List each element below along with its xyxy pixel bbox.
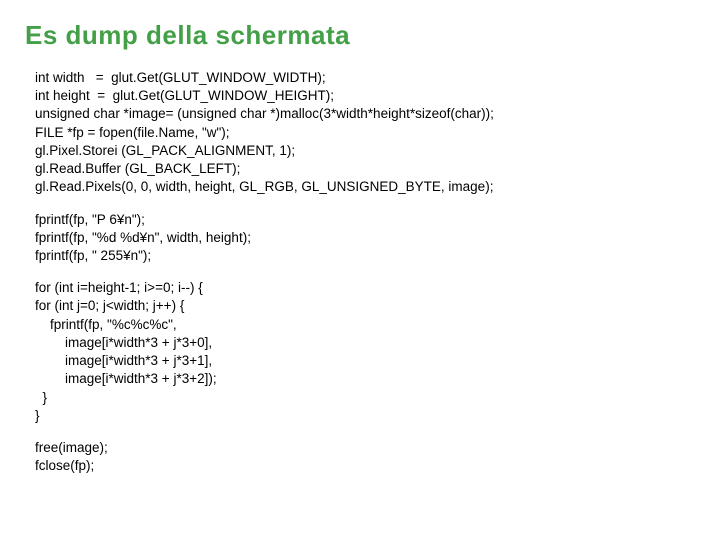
code-block-2: fprintf(fp, "P 6¥n"); fprintf(fp, "%d %d… [35,211,695,266]
code-block-3: for (int i=height-1; i>=0; i--) { for (i… [35,279,695,425]
slide-title: Es dump della schermata [25,20,695,51]
spacer [25,265,695,279]
spacer [25,425,695,439]
code-block-4: free(image); fclose(fp); [35,439,695,475]
code-block-1: int width = glut.Get(GLUT_WINDOW_WIDTH);… [35,69,695,197]
spacer [25,197,695,211]
